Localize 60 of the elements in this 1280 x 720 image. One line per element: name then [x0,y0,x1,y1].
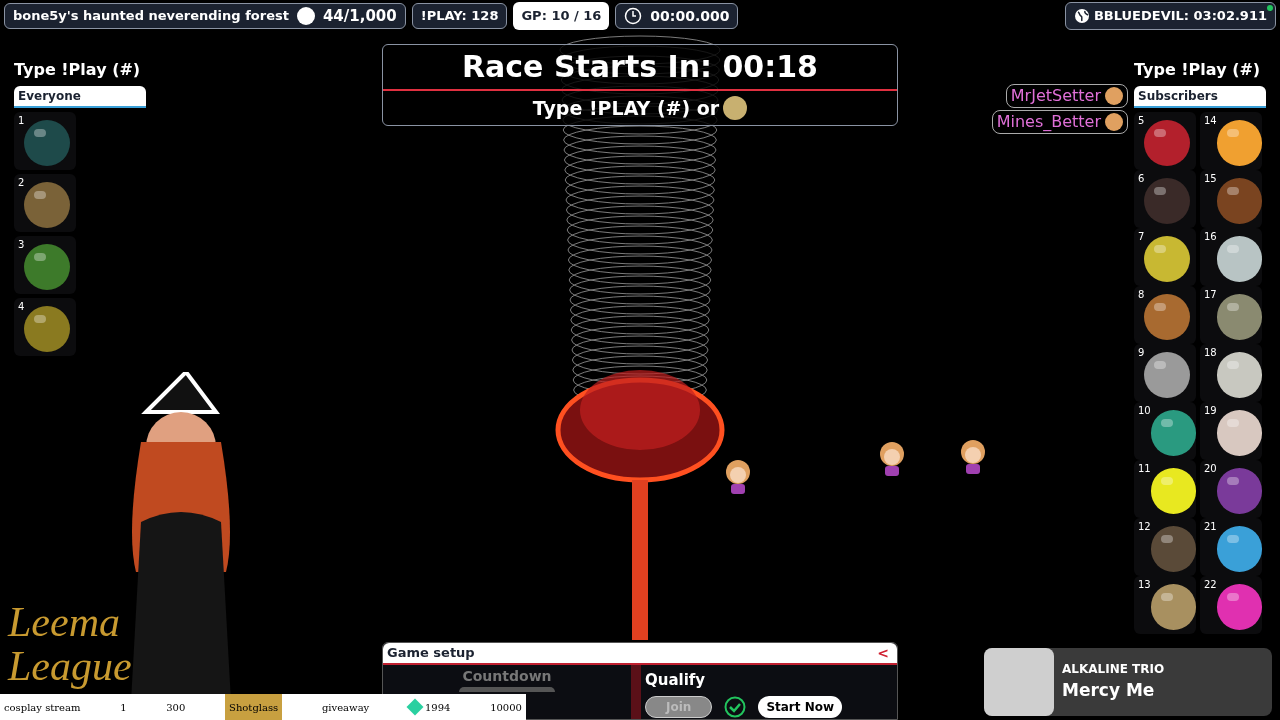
marble-number: 6 [1137,172,1145,186]
player-name: Mines_Better [996,111,1101,133]
channel-points-icon [723,96,748,120]
collapse-button[interactable]: < [873,642,893,664]
marble-number: 11 [1137,462,1151,476]
logo-text: League [8,644,132,688]
subscribers-tab[interactable]: Subscribers [1134,86,1266,108]
ticker-text: 10000 [490,700,522,715]
countdown-label: Countdown [462,667,552,686]
album-art-placeholder [984,648,1054,716]
race-timer: 00:00.000 [650,6,730,26]
marble-number: 3 [17,238,25,252]
countdown-field[interactable] [459,687,555,692]
marble-count-icon [296,7,315,25]
panel-heading: Type !Play (#) [1134,59,1262,81]
player-name: MrJetSetter [1010,85,1101,107]
ticker-text: giveaway [321,700,370,715]
panel-heading: Type !Play (#) [14,59,142,81]
player-avatar-icon [1105,113,1123,131]
marble-number: 17 [1203,288,1217,302]
start-now-button[interactable]: Start Now [758,695,843,718]
marble-number: 16 [1203,230,1217,244]
marble-number: 19 [1203,404,1217,418]
marble-number: 9 [1137,346,1145,360]
logo-text: Leema [8,600,121,644]
qualify-label: Qualify [645,670,707,691]
marble-number: 4 [17,300,25,314]
marble-number: 18 [1203,346,1217,360]
globe-icon [1073,8,1090,24]
ticker-highlight: Shotglass [225,694,283,720]
race-countdown: Race Starts In: 00:18 [461,48,819,86]
marble-number: 22 [1203,578,1217,592]
marble-number: 8 [1137,288,1145,302]
play-count: !PLAY: 128 [411,3,508,29]
everyone-tab[interactable]: Everyone [14,86,146,108]
ticker-text: 1 [120,700,127,715]
record-time: BBLUEDEVIL: 03:02.911 [1093,7,1267,26]
ticker-text: 1994 [424,700,451,715]
marble-number: 12 [1137,520,1151,534]
gp-count: GP: 10 / 16 [513,2,610,30]
ticker-text: 300 [166,700,186,715]
marble-number: 10 [1137,404,1151,418]
marble-number: 15 [1203,172,1217,186]
marble-number: 2 [17,176,25,190]
marble-number: 5 [1137,114,1145,128]
player-count: 44/1,000 [322,5,397,27]
player-avatar-icon [1105,87,1123,105]
join-instruction: Type !PLAY (#) or [532,95,720,121]
marble-number: 20 [1203,462,1217,476]
stream-title: bone5y's haunted neverending forest [13,7,289,26]
marble-number: 14 [1203,114,1217,128]
clock-icon [624,7,643,25]
marble-number: 1 [17,114,25,128]
marble-number: 7 [1137,230,1145,244]
artist-name: ALKALINE TRIO [1062,661,1165,679]
marble-number: 13 [1137,578,1151,592]
marble-number: 21 [1203,520,1217,534]
song-title: Mercy Me [1062,679,1156,703]
panel-title: Game setup [387,644,475,663]
ticker-text: cosplay stream [4,700,81,715]
